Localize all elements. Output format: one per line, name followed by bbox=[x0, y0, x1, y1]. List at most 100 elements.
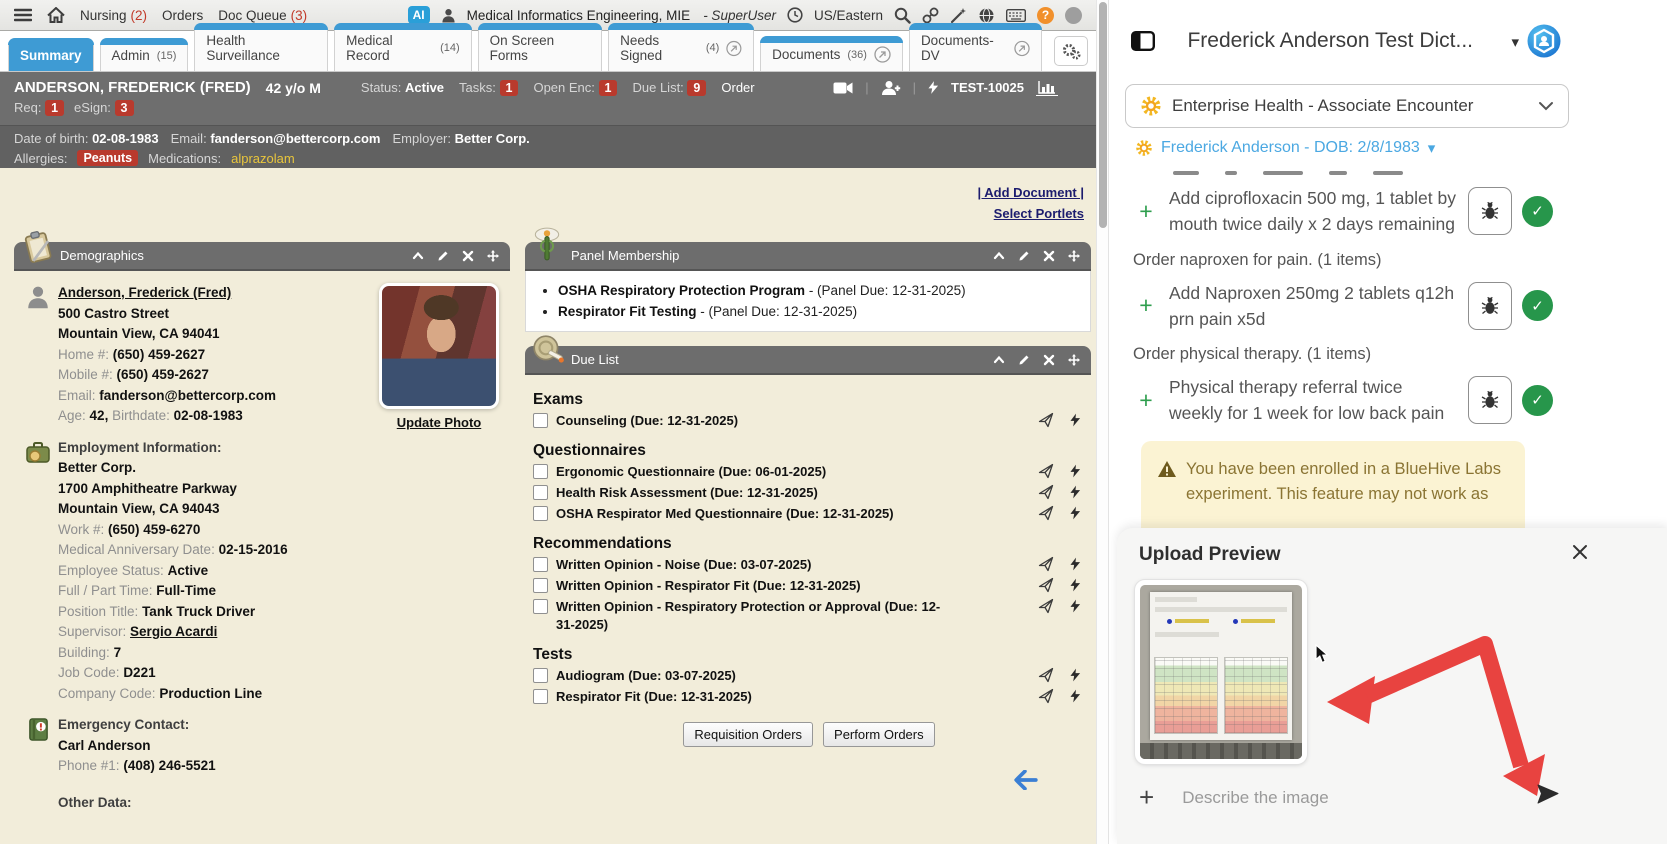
checkbox[interactable] bbox=[533, 668, 548, 683]
nav-link-nursing[interactable]: Nursing(2) bbox=[80, 8, 147, 23]
scrollbar-thumb[interactable] bbox=[1099, 2, 1107, 228]
debug-button[interactable] bbox=[1468, 282, 1512, 330]
edit-icon[interactable] bbox=[436, 249, 450, 263]
approved-check-icon[interactable]: ✓ bbox=[1522, 196, 1553, 227]
tasks-count-badge[interactable]: 1 bbox=[500, 80, 519, 96]
select-portlets-link[interactable]: Select Portlets bbox=[978, 203, 1084, 224]
nav-link-orders[interactable]: Orders bbox=[162, 8, 203, 23]
keyboard-icon[interactable] bbox=[1006, 9, 1026, 22]
update-photo-link[interactable]: Update Photo bbox=[397, 415, 482, 430]
tab-admin[interactable]: Admin(15) bbox=[100, 38, 189, 71]
open-enc-count-badge[interactable]: 1 bbox=[599, 80, 618, 96]
ai-badge[interactable]: AI bbox=[408, 6, 430, 24]
collapse-icon[interactable] bbox=[992, 249, 1006, 263]
checkbox[interactable] bbox=[533, 599, 548, 614]
send-icon[interactable] bbox=[1537, 784, 1559, 804]
perform-orders-button[interactable]: Perform Orders bbox=[823, 722, 935, 747]
patient-context-link[interactable]: Frederick Anderson - DOB: 2/8/1983 ▾ bbox=[1135, 139, 1667, 157]
quick-action-icon[interactable] bbox=[1070, 506, 1081, 520]
debug-button[interactable] bbox=[1468, 376, 1512, 424]
order-link[interactable]: Order bbox=[721, 80, 754, 95]
sidebar-toggle-icon[interactable] bbox=[1131, 31, 1155, 51]
close-icon[interactable] bbox=[1042, 249, 1056, 263]
quick-action-icon[interactable] bbox=[1070, 578, 1081, 592]
checkbox[interactable] bbox=[533, 689, 548, 704]
add-person-icon[interactable] bbox=[881, 80, 901, 96]
link-icon[interactable] bbox=[922, 7, 939, 24]
send-order-icon[interactable] bbox=[1038, 688, 1054, 704]
checkbox[interactable] bbox=[533, 557, 548, 572]
checkbox[interactable] bbox=[533, 506, 548, 521]
tab-documents-dv[interactable]: Documents-DV bbox=[909, 23, 1042, 71]
patient-name-link[interactable]: Anderson, Frederick (Fred) bbox=[58, 283, 276, 304]
tab-on-screen-forms[interactable]: On Screen Forms bbox=[478, 23, 603, 71]
approved-check-icon[interactable]: ✓ bbox=[1522, 290, 1553, 321]
collapse-icon[interactable] bbox=[411, 249, 425, 263]
send-order-icon[interactable] bbox=[1038, 598, 1054, 614]
close-icon[interactable] bbox=[1572, 544, 1588, 560]
describe-input[interactable]: + Describe the image bbox=[1139, 782, 1329, 813]
debug-button[interactable] bbox=[1468, 187, 1512, 235]
send-order-icon[interactable] bbox=[1038, 667, 1054, 683]
upload-thumbnail[interactable] bbox=[1135, 580, 1307, 764]
tab-documents[interactable]: Documents(36) bbox=[760, 36, 903, 71]
requisition-orders-button[interactable]: Requisition Orders bbox=[683, 722, 813, 747]
quick-action-icon[interactable] bbox=[1070, 464, 1081, 478]
send-order-icon[interactable] bbox=[1038, 484, 1054, 500]
add-document-link[interactable]: | Add Document | bbox=[978, 182, 1084, 203]
move-icon[interactable] bbox=[1067, 353, 1081, 367]
quick-action-icon[interactable] bbox=[1070, 689, 1081, 703]
bluehive-logo[interactable] bbox=[1527, 24, 1561, 58]
timezone-label[interactable]: US/Eastern bbox=[814, 8, 883, 23]
tab-settings-button[interactable] bbox=[1054, 36, 1088, 66]
send-order-icon[interactable] bbox=[1038, 463, 1054, 479]
collapse-panel-arrow[interactable] bbox=[1014, 770, 1038, 790]
allergy-badge[interactable]: Peanuts bbox=[77, 150, 138, 166]
checkbox[interactable] bbox=[533, 578, 548, 593]
flowsheet-chart-icon[interactable] bbox=[1036, 79, 1058, 96]
close-icon[interactable] bbox=[461, 249, 475, 263]
quick-action-icon[interactable] bbox=[1070, 668, 1081, 682]
magic-wand-icon[interactable] bbox=[950, 7, 967, 24]
req-count-badge[interactable]: 1 bbox=[45, 100, 64, 116]
close-icon[interactable] bbox=[1042, 353, 1056, 367]
attach-plus-icon[interactable]: + bbox=[1139, 782, 1154, 813]
checkbox[interactable] bbox=[533, 485, 548, 500]
checkbox[interactable] bbox=[533, 464, 548, 479]
tab-medical-record[interactable]: Medical Record(14) bbox=[334, 23, 472, 71]
encounter-select[interactable]: Enterprise Health - Associate Encounter bbox=[1125, 84, 1569, 128]
send-order-icon[interactable] bbox=[1038, 556, 1054, 572]
edit-icon[interactable] bbox=[1017, 353, 1031, 367]
medication-value[interactable]: alprazolam bbox=[231, 151, 295, 166]
video-camera-icon[interactable] bbox=[833, 81, 853, 95]
hamburger-menu-icon[interactable] bbox=[14, 8, 32, 22]
edit-icon[interactable] bbox=[1017, 249, 1031, 263]
esign-count-badge[interactable]: 3 bbox=[115, 100, 134, 116]
popout-icon[interactable] bbox=[1014, 40, 1030, 57]
checkbox[interactable] bbox=[533, 413, 548, 428]
popout-icon[interactable] bbox=[726, 40, 742, 57]
quick-action-icon[interactable] bbox=[1070, 413, 1081, 427]
search-icon[interactable] bbox=[894, 7, 911, 24]
send-order-icon[interactable] bbox=[1038, 412, 1054, 428]
nav-link-doc-queue[interactable]: Doc Queue(3) bbox=[218, 8, 307, 23]
help-icon[interactable]: ? bbox=[1037, 7, 1054, 24]
tab-needs-signed[interactable]: Needs Signed(4) bbox=[608, 23, 754, 71]
move-icon[interactable] bbox=[486, 249, 500, 263]
approved-check-icon[interactable]: ✓ bbox=[1522, 385, 1553, 416]
quick-action-icon[interactable] bbox=[1070, 557, 1081, 571]
send-order-icon[interactable] bbox=[1038, 577, 1054, 593]
dictation-title[interactable]: Frederick Anderson Test Dict... bbox=[1155, 29, 1505, 53]
popout-icon[interactable] bbox=[874, 46, 891, 63]
globe-icon[interactable] bbox=[978, 7, 995, 24]
org-name[interactable]: Medical Informatics Engineering, MIE bbox=[467, 8, 691, 23]
quick-action-icon[interactable] bbox=[1070, 485, 1081, 499]
tab-summary[interactable]: Summary bbox=[8, 38, 94, 71]
tab-health-surveillance[interactable]: Health Surveillance bbox=[194, 23, 328, 71]
title-dropdown-caret[interactable]: ▾ bbox=[1511, 33, 1519, 51]
quick-action-icon[interactable] bbox=[1070, 599, 1081, 613]
send-order-icon[interactable] bbox=[1038, 505, 1054, 521]
lightning-icon[interactable] bbox=[928, 80, 939, 95]
supervisor-link[interactable]: Sergio Acardi bbox=[130, 624, 217, 639]
due-list-count-badge[interactable]: 9 bbox=[687, 80, 706, 96]
